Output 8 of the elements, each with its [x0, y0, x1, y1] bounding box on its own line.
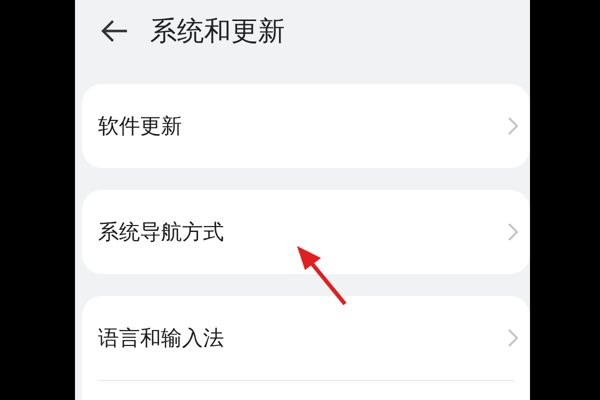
chevron-icon [508, 329, 518, 347]
page-title: 系统和更新 [150, 15, 285, 49]
settings-item[interactable]: 系统导航方式 [82, 190, 530, 274]
settings-item[interactable]: 软件更新 [82, 84, 530, 168]
settings-item[interactable]: 语言和输入法 [82, 296, 530, 380]
chevron-icon [508, 223, 518, 241]
chevron-icon [508, 117, 518, 135]
back-icon[interactable] [100, 19, 128, 43]
